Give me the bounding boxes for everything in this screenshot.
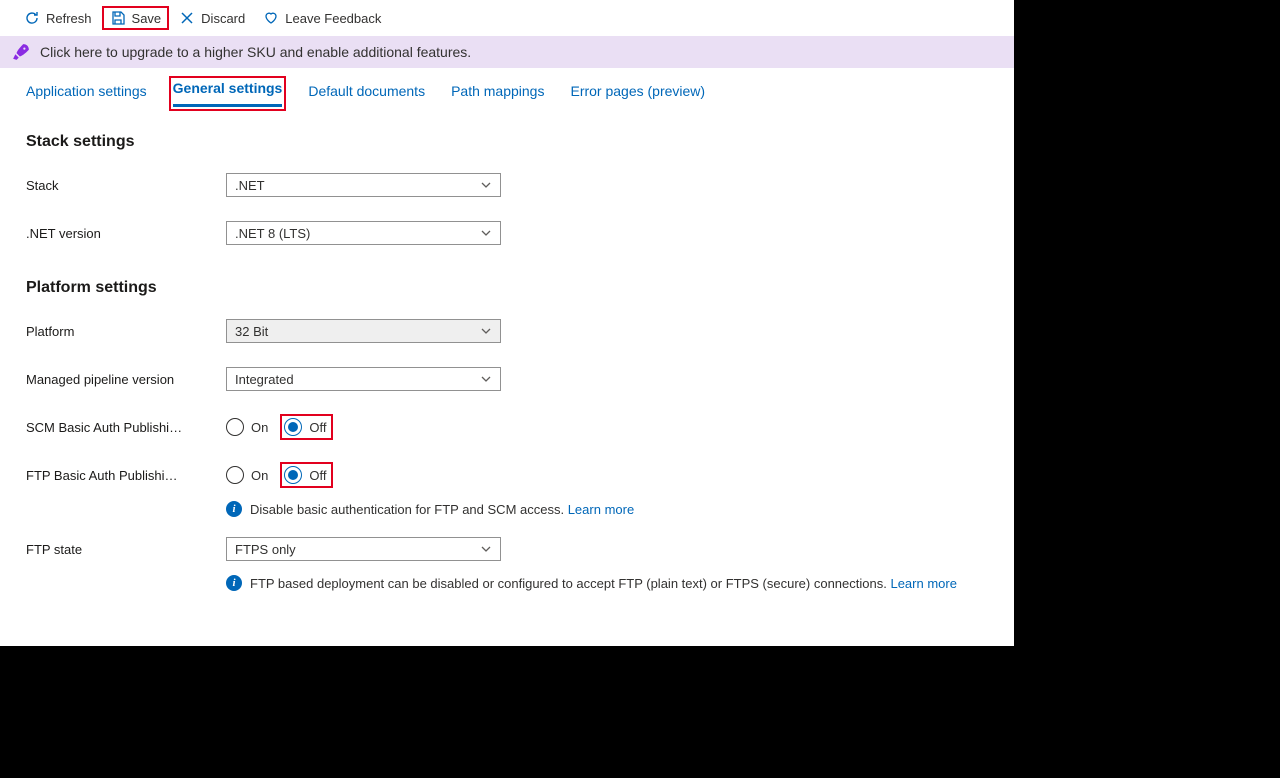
save-button[interactable]: Save xyxy=(102,6,170,30)
refresh-icon xyxy=(24,10,40,26)
feedback-label: Leave Feedback xyxy=(285,11,381,26)
netver-label: .NET version xyxy=(26,226,226,241)
ftp-state-value: FTPS only xyxy=(235,542,296,557)
refresh-label: Refresh xyxy=(46,11,92,26)
ftp-auth-label: FTP Basic Auth Publishi… xyxy=(26,468,226,483)
ftp-off-radio[interactable]: Off xyxy=(280,462,333,488)
info-icon: i xyxy=(226,575,242,591)
ftp-state-label: FTP state xyxy=(26,542,226,557)
tab-general-settings[interactable]: General settings xyxy=(173,80,283,107)
scm-on-radio[interactable]: On xyxy=(226,418,268,436)
basic-auth-info: i Disable basic authentication for FTP a… xyxy=(226,501,988,517)
save-label: Save xyxy=(132,11,162,26)
mpv-value: Integrated xyxy=(235,372,294,387)
mpv-select[interactable]: Integrated xyxy=(226,367,501,391)
basic-auth-learn-more[interactable]: Learn more xyxy=(568,502,634,517)
ftp-state-select[interactable]: FTPS only xyxy=(226,537,501,561)
stack-select[interactable]: .NET xyxy=(226,173,501,197)
upgrade-text: Click here to upgrade to a higher SKU an… xyxy=(40,44,471,60)
command-bar: Refresh Save Discard Leave Feedback xyxy=(0,0,1014,36)
stack-label: Stack xyxy=(26,178,226,193)
ftp-state-learn-more[interactable]: Learn more xyxy=(890,576,956,591)
platform-select[interactable]: 32 Bit xyxy=(226,319,501,343)
tab-error-pages[interactable]: Error pages (preview) xyxy=(570,83,705,107)
platform-label: Platform xyxy=(26,324,226,339)
platform-value: 32 Bit xyxy=(235,324,268,339)
mpv-label: Managed pipeline version xyxy=(26,372,226,387)
chevron-down-icon xyxy=(480,325,492,337)
chevron-down-icon xyxy=(480,543,492,555)
platform-settings-title: Platform settings xyxy=(26,279,988,297)
discard-label: Discard xyxy=(201,11,245,26)
refresh-button[interactable]: Refresh xyxy=(16,6,100,30)
stack-value: .NET xyxy=(235,178,265,193)
save-icon xyxy=(110,10,126,26)
tab-strip: Application settings General settings De… xyxy=(0,68,1014,107)
chevron-down-icon xyxy=(480,373,492,385)
scm-off-radio[interactable]: Off xyxy=(280,414,333,440)
tab-default-documents[interactable]: Default documents xyxy=(308,83,425,107)
chevron-down-icon xyxy=(480,227,492,239)
info-icon: i xyxy=(226,501,242,517)
heart-icon xyxy=(263,10,279,26)
feedback-button[interactable]: Leave Feedback xyxy=(255,6,389,30)
upgrade-banner[interactable]: Click here to upgrade to a higher SKU an… xyxy=(0,36,1014,68)
netver-value: .NET 8 (LTS) xyxy=(235,226,310,241)
tab-path-mappings[interactable]: Path mappings xyxy=(451,83,544,107)
close-icon xyxy=(179,10,195,26)
chevron-down-icon xyxy=(480,179,492,191)
netver-select[interactable]: .NET 8 (LTS) xyxy=(226,221,501,245)
stack-settings-title: Stack settings xyxy=(26,133,988,151)
ftp-state-info: i FTP based deployment can be disabled o… xyxy=(226,575,988,591)
discard-button[interactable]: Discard xyxy=(171,6,253,30)
tab-application-settings[interactable]: Application settings xyxy=(26,83,147,107)
ftp-on-radio[interactable]: On xyxy=(226,466,268,484)
rocket-icon xyxy=(12,43,30,61)
scm-label: SCM Basic Auth Publishi… xyxy=(26,420,226,435)
